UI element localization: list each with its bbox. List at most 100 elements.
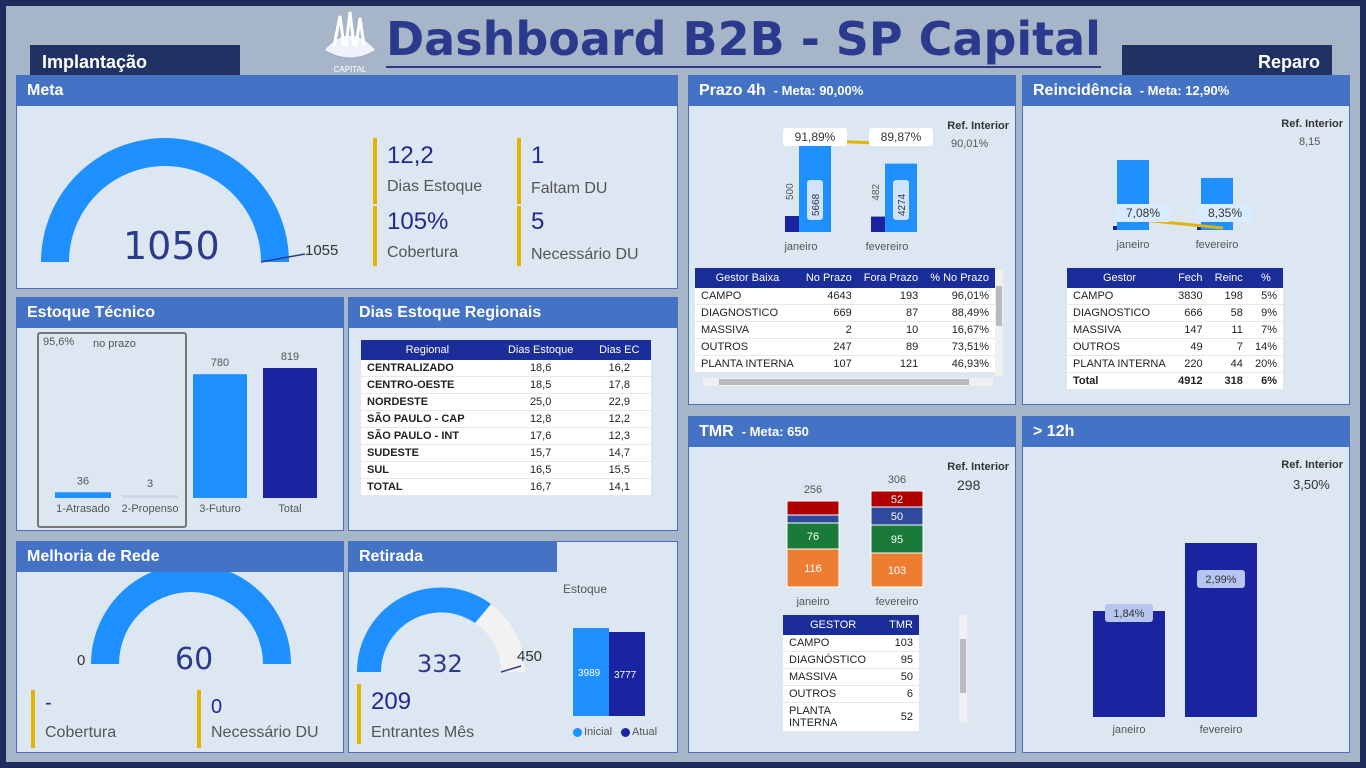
prazo-header-2[interactable]: Fora Prazo — [857, 268, 925, 288]
panel-tmr: TMR - Meta: 650 Ref. Interior 298 116 76 25… — [688, 416, 1016, 753]
estoque-cat-3: Total — [278, 503, 301, 515]
dias-cell: 25,0 — [493, 393, 588, 411]
tmr-month-0: janeiro — [795, 596, 829, 607]
dias-cell: 12,8 — [493, 410, 588, 428]
prazo-hscrollbar[interactable] — [703, 378, 993, 386]
reinc-cell: DIAGNOSTICO — [1067, 304, 1173, 322]
prazo-pct-1: 89,87% — [881, 130, 922, 144]
reinc-cell: 6% — [1248, 372, 1283, 390]
reinc-table: Gestor Fech Reinc% CAMPO 3830 198 5% DIAGNOSTIC… — [1067, 268, 1283, 390]
retirada-gauge-value: 332 — [417, 650, 463, 678]
dias-header-1[interactable]: Dias Estoque — [493, 340, 588, 360]
tmr-seg-label-0-0: 116 — [804, 563, 822, 575]
dias-header-2[interactable]: Dias EC — [587, 340, 651, 360]
panel-reinc-title: Reincidência — [1033, 82, 1132, 99]
reinc-header-0[interactable]: Gestor — [1067, 268, 1173, 288]
panel-prazo-header: Prazo 4h - Meta: 90,00% — [689, 76, 1015, 106]
prazo-cell: DIAGNOSTICO — [695, 304, 800, 322]
estoque-bar-label-3: 819 — [281, 351, 299, 363]
panel-estoque-title: Estoque Técnico — [27, 304, 156, 321]
table-row: MASSIVA 50 — [783, 668, 919, 686]
dias-header-0[interactable]: Regional — [361, 340, 494, 360]
prazo-cell: 4643 — [799, 288, 858, 305]
prazo-vscrollbar[interactable] — [995, 270, 1003, 376]
tab-implantacao-label: Implantação — [42, 52, 148, 72]
prazo-header-3[interactable]: % No Prazo — [924, 268, 995, 288]
prazo-cell: 89 — [857, 338, 925, 356]
table-row: OUTROS 247 89 73,51% — [695, 338, 995, 356]
reinc-cell: 14% — [1248, 338, 1283, 356]
h12-label-1: 2,99% — [1205, 574, 1236, 586]
prazo-cell: 121 — [857, 355, 925, 373]
prazo-cell: OUTROS — [695, 338, 800, 356]
prazo-cell: CAMPO — [695, 288, 800, 305]
dias-estoque-value: 12,2 — [387, 142, 434, 169]
cobertura-label: Cobertura — [387, 244, 459, 261]
reinc-pct-1: 8,35% — [1208, 206, 1242, 220]
estoque-retirada-title: Estoque — [563, 582, 608, 596]
tab-implantacao[interactable]: Implantação — [30, 45, 240, 75]
reinc-cell: Total — [1067, 372, 1173, 390]
panel-meta-header: Meta — [17, 76, 677, 106]
table-row: PLANTA INTERNA 107 121 46,93% — [695, 355, 995, 373]
panel-meta: Meta 1050 1055 12,2 Dias Estoque 105% Co… — [16, 75, 678, 289]
reinc-header-3[interactable]: % — [1248, 268, 1283, 288]
reinc-chart: janeiro fevereiro 7,08% 8,35% — [1113, 160, 1253, 251]
tmr-cell: 103 — [883, 635, 919, 652]
table-row: CAMPO 3830 198 5% — [1067, 288, 1283, 305]
faltam-du-label: Faltam DU — [531, 180, 608, 197]
tab-reparo-label: Reparo — [1257, 52, 1320, 72]
reinc-cell: 7% — [1248, 321, 1283, 339]
reinc-cell: 3830 — [1172, 288, 1209, 305]
tmr-chart: 116 76 256 janeiro 103 95 50 52 306 fevereiro — [786, 474, 924, 607]
prazo-cell: PLANTA INTERNA — [695, 355, 800, 373]
reinc-cell: MASSIVA — [1067, 321, 1173, 339]
dias-cell: 16,2 — [587, 360, 651, 377]
estoque-inicial-label: 3989 — [578, 668, 601, 679]
prazo-header-1[interactable]: No Prazo — [799, 268, 858, 288]
panel-tmr-header: TMR - Meta: 650 — [689, 417, 1015, 447]
estoque-bar-3 — [263, 368, 317, 498]
h12-label-0: 1,84% — [1113, 608, 1144, 620]
panel-reincidencia: Reincidência - Meta: 12,90% Ref. Interior… — [1022, 75, 1350, 405]
reinc-header-1[interactable]: Fech — [1172, 268, 1209, 288]
panel-dias-title: Dias Estoque Regionais — [359, 304, 542, 321]
tmr-header-1[interactable]: TMR — [883, 615, 919, 635]
h12-bar-1 — [1185, 543, 1257, 717]
tmr-header-0[interactable]: GESTOR — [783, 615, 884, 635]
tmr-seg-0-2 — [786, 514, 840, 524]
melhoria-gauge-value: 60 — [175, 642, 214, 677]
tmr-seg-label-1-1: 95 — [891, 534, 903, 546]
reinc-cell: 318 — [1208, 372, 1249, 390]
tmr-vscrollbar[interactable] — [959, 615, 967, 723]
prazo-small-label-1: 482 — [871, 183, 882, 200]
table-row: CENTRO-OESTE 18,5 17,8 — [361, 376, 651, 394]
prazo-header-0[interactable]: Gestor Baixa — [695, 268, 800, 288]
reinc-header-2[interactable]: Reinc — [1208, 268, 1249, 288]
table-row: DIAGNOSTICO 666 58 9% — [1067, 304, 1283, 322]
table-row: OUTROS 6 — [783, 685, 919, 703]
estoque-bar-label-1: 3 — [147, 478, 153, 490]
dias-cell: CENTRALIZADO — [361, 360, 494, 377]
dias-cell: 12,3 — [587, 427, 651, 445]
dashboard-frame: Implantação Reparo CAPITAL Dashboard B2B… — [6, 6, 1360, 762]
reinc-cell: OUTROS — [1067, 338, 1173, 356]
dias-cell: CENTRO-OESTE — [361, 376, 494, 394]
panel-estoque-tecnico: Estoque Técnico 95,6% no prazo 36 1-Atras… — [16, 297, 344, 531]
melhoria-gauge-min: 0 — [77, 652, 86, 669]
estoque-chart: 36 1-Atrasado 3 2-Propenso 780 3-Futuro 819 Tot… — [55, 351, 317, 515]
retirada-entrantes-label: Entrantes Mês — [371, 724, 475, 741]
table-row: CAMPO 4643 193 96,01% — [695, 288, 995, 305]
tmr-cell: MASSIVA — [783, 668, 884, 686]
tmr-seg-label-1-3: 52 — [891, 494, 903, 506]
table-row: NORDESTE 25,0 22,9 — [361, 393, 651, 411]
table-row: DIAGNOSTICO 669 87 88,49% — [695, 304, 995, 322]
tmr-seg-0-3 — [786, 500, 840, 516]
h12-month-0: janeiro — [1111, 724, 1145, 736]
legend-inicial: Inicial — [584, 726, 613, 738]
estoque-bar-2 — [193, 374, 247, 498]
tab-reparo[interactable]: Reparo — [1122, 45, 1332, 75]
panel-12h-header: > 12h — [1023, 417, 1349, 447]
prazo-table: Gestor Baixa No Prazo Fora Prazo% No Prazo… — [695, 268, 995, 373]
prazo-big-label-1: 4274 — [897, 193, 908, 216]
